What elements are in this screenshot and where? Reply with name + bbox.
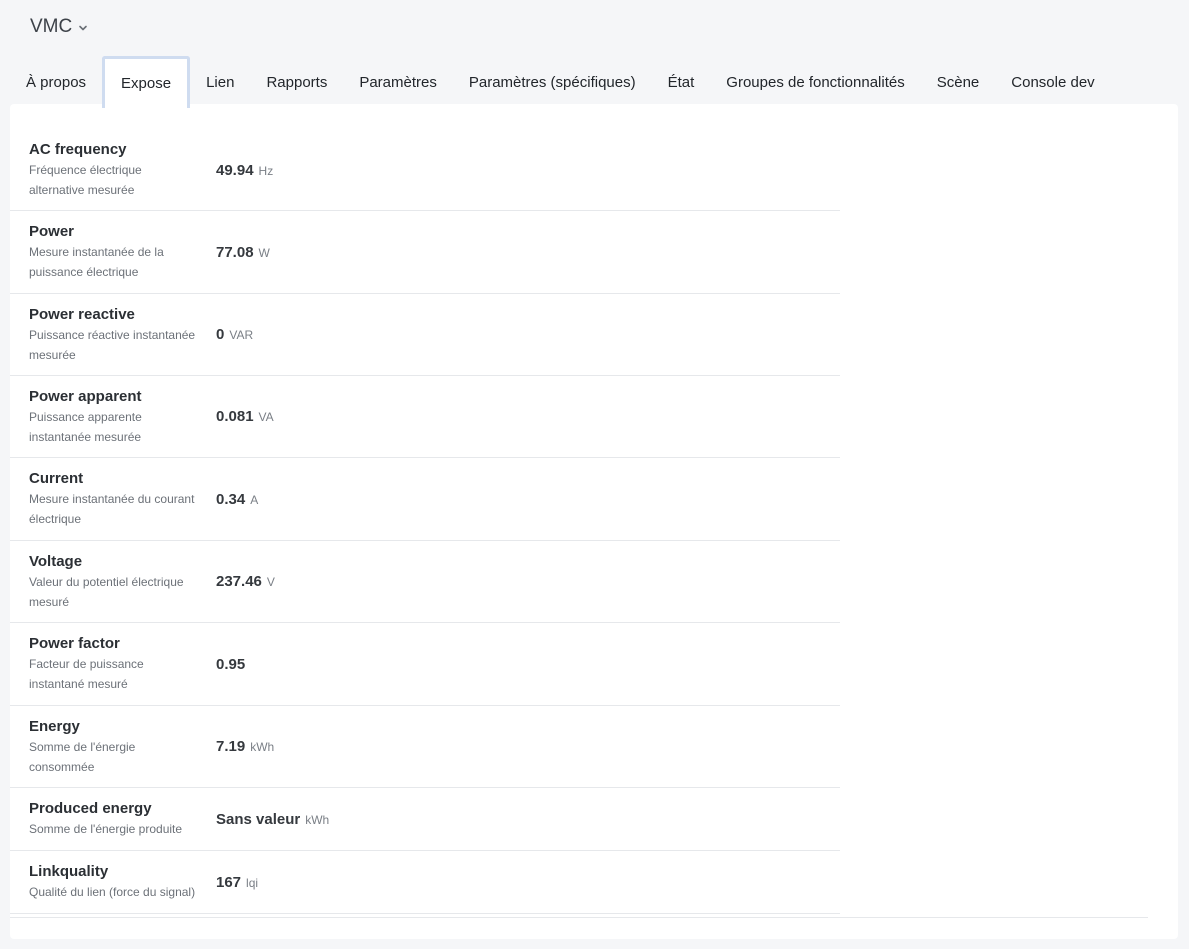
expose-value: 237.46 [216, 573, 262, 590]
tab-parametres[interactable]: Paramètres [343, 56, 453, 108]
expose-name: Power factor [29, 635, 120, 652]
expose-description: puissance électrique [29, 265, 139, 279]
tab-label: Scène [936, 73, 980, 91]
expose-description: Valeur du potentiel électrique [29, 574, 184, 589]
chevron-down-icon [79, 25, 88, 31]
tab-label: À propos [26, 73, 87, 91]
expose-unit: kWh [250, 740, 275, 754]
expose-description: instantané mesuré [29, 677, 128, 691]
tab-bar: À propos Expose Lien Rapports Paramètres… [10, 56, 1111, 108]
expose-description: consommée [29, 759, 95, 774]
expose-unit: W [258, 245, 270, 260]
expose-description: électrique [29, 512, 82, 526]
expose-unit: A [250, 492, 259, 507]
expose-value: 167 [216, 873, 242, 891]
tab-label: Paramètres [359, 73, 437, 91]
expose-description: Somme de l'énergie [29, 739, 136, 754]
expose-name: Produced energy [29, 800, 152, 817]
tab-label: Console dev [1011, 73, 1095, 91]
tab-label: Lien [206, 73, 235, 91]
tab-expose[interactable]: Expose [102, 56, 191, 108]
tab-console-dev[interactable]: Console dev [995, 56, 1110, 108]
expose-name: Power [29, 223, 75, 240]
expose-description: Puissance réactive instantanée [29, 327, 196, 342]
expose-unit: Hz [258, 163, 274, 178]
expose-row-produced-energy: Produced energy Somme de l'énergie produ… [10, 788, 840, 851]
expose-name: Energy [29, 717, 80, 735]
expose-description: alternative mesurée [29, 183, 135, 197]
expose-row-power: Power Mesure instantanée de la puissance… [10, 211, 840, 294]
expose-description: Facteur de puissance [29, 657, 144, 671]
expose-list: AC frequency Fréquence électrique altern… [10, 130, 840, 914]
expose-row-power-factor: Power factor Facteur de puissance instan… [10, 623, 840, 706]
expose-name: Current [29, 470, 84, 487]
expose-unit: VA [258, 410, 274, 424]
expose-description: Somme de l'énergie produite [29, 822, 183, 836]
tab-label: Paramètres (spécifiques) [468, 73, 636, 91]
expose-value: 0.081 [216, 408, 254, 425]
expose-value: 0.34 [216, 490, 246, 508]
expose-row-current: Current Mesure instantanée du courant él… [10, 458, 840, 541]
device-selector[interactable]: VMC [30, 16, 88, 38]
expose-description: Mesure instantanée de la [29, 245, 164, 259]
expose-description: mesuré [29, 594, 70, 609]
expose-description: Puissance apparente [29, 409, 142, 424]
tab-lien[interactable]: Lien [190, 56, 250, 108]
expose-name: Voltage [29, 552, 83, 570]
expose-unit: lqi [246, 875, 259, 890]
tab-rapports[interactable]: Rapports [250, 56, 343, 108]
expose-unit: VAR [229, 328, 254, 342]
expose-value: Sans valeur [216, 810, 301, 828]
expose-name: Power reactive [29, 305, 135, 323]
expose-row-power-reactive: Power reactive Puissance réactive instan… [10, 294, 840, 376]
expose-value: 0.95 [216, 655, 246, 673]
tab-groupes-fonctionnalites[interactable]: Groupes de fonctionnalités [710, 56, 920, 108]
expose-unit: V [266, 575, 275, 589]
expose-description: Fréquence électrique [29, 163, 142, 177]
expose-value: 49.94 [216, 161, 254, 179]
expose-row-voltage: Voltage Valeur du potentiel électrique m… [10, 541, 840, 623]
expose-name: Power apparent [29, 387, 142, 405]
expose-row-energy: Energy Somme de l'énergie consommée 7.19… [10, 706, 840, 788]
expose-name: AC frequency [29, 141, 127, 158]
expose-description: Mesure instantanée du courant [29, 492, 195, 506]
device-title: VMC [30, 16, 73, 37]
tab-a-propos[interactable]: À propos [10, 56, 102, 108]
expose-unit: kWh [305, 812, 330, 827]
tab-label: État [667, 73, 695, 91]
expose-row-power-apparent: Power apparent Puissance apparente insta… [10, 376, 840, 458]
expose-value: 77.08 [216, 243, 254, 261]
tab-label: Groupes de fonctionnalités [726, 73, 905, 91]
tab-etat[interactable]: État [652, 56, 711, 108]
tab-label: Rapports [266, 73, 328, 91]
tab-parametres-specifiques[interactable]: Paramètres (spécifiques) [453, 56, 652, 108]
expose-description: Qualité du lien (force du signal) [29, 885, 196, 899]
expose-description: mesurée [29, 347, 76, 362]
expose-description: instantanée mesurée [29, 429, 142, 444]
expose-value: 0 [216, 326, 225, 343]
expose-row-linkquality: Linkquality Qualité du lien (force du si… [10, 851, 840, 914]
divider [10, 917, 1148, 918]
expose-row-ac-frequency: AC frequency Fréquence électrique altern… [10, 130, 840, 211]
expose-panel: AC frequency Fréquence électrique altern… [10, 104, 1178, 939]
expose-value: 7.19 [216, 738, 246, 755]
expose-name: Linkquality [29, 863, 109, 880]
tab-scene[interactable]: Scène [921, 56, 996, 108]
tab-label: Expose [121, 75, 172, 92]
